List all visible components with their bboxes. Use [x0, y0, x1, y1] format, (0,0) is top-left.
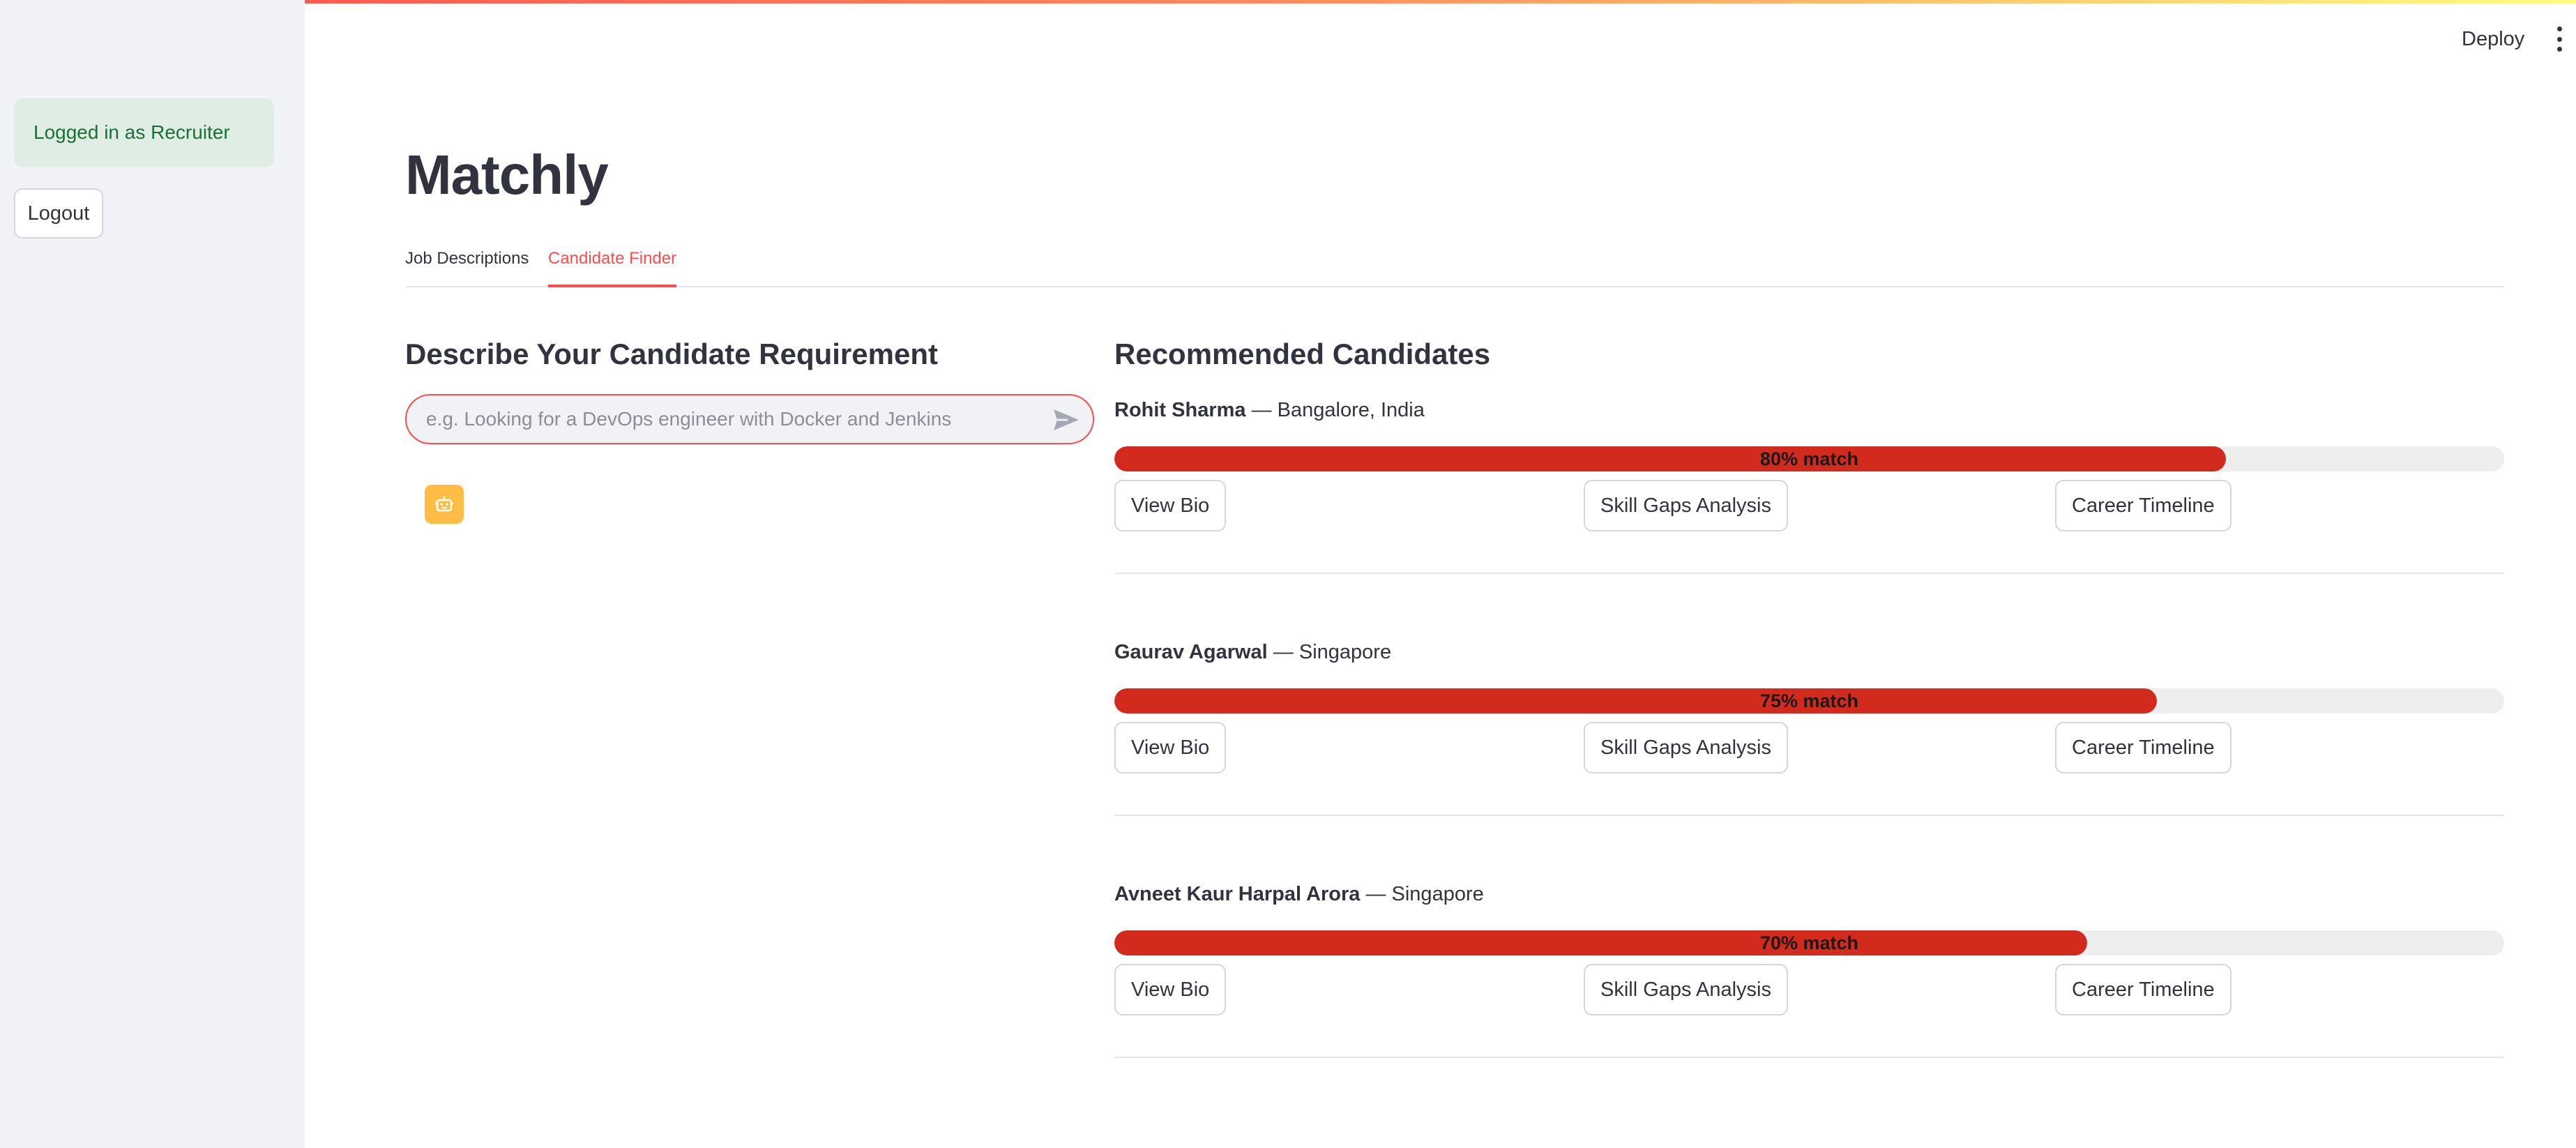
tab-job-descriptions[interactable]: Job Descriptions: [405, 246, 529, 287]
candidate-location: — Singapore: [1360, 883, 1484, 905]
match-progress-bar: 80% match: [1114, 446, 2504, 471]
view-bio-button[interactable]: View Bio: [1114, 480, 1227, 531]
candidate-location: — Bangalore, India: [1245, 399, 1425, 421]
robot-icon: [425, 485, 464, 524]
page-title: Matchly: [405, 144, 609, 206]
candidate-card: Rohit Sharma — Bangalore, India 80% matc…: [1114, 396, 2504, 637]
candidate-name: Avneet Kaur Harpal Arora: [1114, 883, 1361, 905]
send-icon[interactable]: [1052, 408, 1080, 432]
candidate-location: — Singapore: [1267, 641, 1392, 663]
skill-gaps-button[interactable]: Skill Gaps Analysis: [1584, 964, 1788, 1015]
candidate-header: Gaurav Agarwal — Singapore: [1114, 638, 1391, 666]
candidate-card: Gaurav Agarwal — Singapore 75% match Vie…: [1114, 638, 2504, 879]
match-label: 70% match: [1759, 932, 1859, 953]
candidate-name: Rohit Sharma: [1114, 399, 1246, 421]
login-status-alert: Logged in as Recruiter: [14, 98, 274, 167]
candidate-card: Avneet Kaur Harpal Arora — Singapore 70%…: [1114, 880, 2504, 1121]
more-vertical-icon[interactable]: [2552, 27, 2566, 52]
skill-gaps-button[interactable]: Skill Gaps Analysis: [1584, 722, 1788, 773]
requirement-input[interactable]: [426, 395, 1040, 443]
tab-candidate-finder[interactable]: Candidate Finder: [548, 246, 677, 287]
requirement-heading: Describe Your Candidate Requirement: [405, 338, 938, 370]
career-timeline-button[interactable]: Career Timeline: [2055, 480, 2232, 531]
match-progress-bar: 75% match: [1114, 688, 2504, 713]
top-decoration-bar: [0, 0, 2576, 3]
candidate-header: Avneet Kaur Harpal Arora — Singapore: [1114, 880, 1484, 908]
match-progress-bar: 70% match: [1114, 930, 2504, 956]
career-timeline-button[interactable]: Career Timeline: [2055, 964, 2232, 1015]
view-bio-button[interactable]: View Bio: [1114, 964, 1227, 1015]
divider: [1114, 815, 2504, 816]
tab-bar: Job Descriptions Candidate Finder: [405, 246, 2504, 287]
divider: [1114, 1057, 2504, 1058]
recommended-heading: Recommended Candidates: [1114, 338, 1491, 370]
divider: [1114, 573, 2504, 574]
career-timeline-button[interactable]: Career Timeline: [2055, 722, 2232, 773]
requirement-chat-input: [405, 394, 1094, 444]
skill-gaps-button[interactable]: Skill Gaps Analysis: [1584, 480, 1788, 531]
logout-button[interactable]: Logout: [14, 188, 103, 239]
match-label: 80% match: [1759, 448, 1859, 469]
match-label: 75% match: [1759, 690, 1859, 711]
candidate-header: Rohit Sharma — Bangalore, India: [1114, 396, 1425, 424]
view-bio-button[interactable]: View Bio: [1114, 722, 1227, 773]
candidate-name: Gaurav Agarwal: [1114, 641, 1268, 663]
sidebar: Logged in as Recruiter Logout: [0, 0, 305, 1148]
deploy-button[interactable]: Deploy: [2462, 25, 2524, 53]
